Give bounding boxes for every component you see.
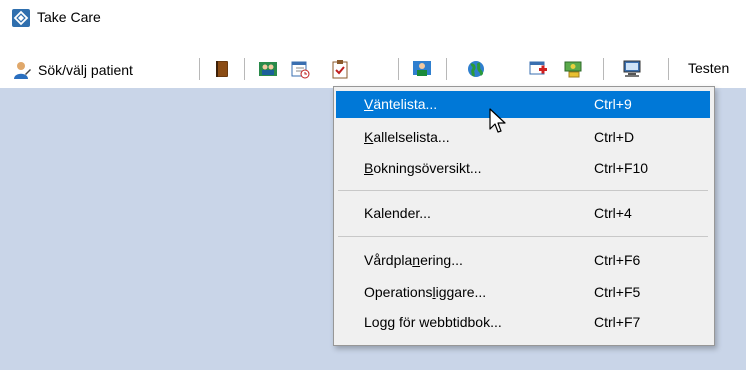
computer-icon[interactable] <box>622 59 642 79</box>
menu-item-label: Bokningsöversikt... <box>364 160 482 176</box>
menu-item-label: Operationsliggare... <box>364 284 487 300</box>
menu-item-label: Kallelselista... <box>364 129 450 145</box>
person-board-icon[interactable] <box>412 59 432 79</box>
menu-item-kallelselista[interactable]: Kallelselista... Ctrl+D <box>336 124 710 151</box>
menu-item-shortcut: Ctrl+D <box>594 129 635 145</box>
menu-item-shortcut: Ctrl+4 <box>594 205 632 221</box>
dropdown-menu: Väntelista... Ctrl+9 Kallelselista... Ct… <box>333 86 715 346</box>
money-icon[interactable] <box>564 59 584 79</box>
clipboard-check-icon[interactable] <box>330 59 350 79</box>
menu-item-shortcut: Ctrl+F7 <box>594 314 641 330</box>
menu-item-bokningsoversikt[interactable]: Bokningsöversikt... Ctrl+F10 <box>336 155 710 182</box>
menu-item-mnemonic: V <box>364 96 374 112</box>
toolbar-separator <box>446 58 447 80</box>
people-icon[interactable] <box>258 59 278 79</box>
menu-item-ventelista[interactable]: Väntelista... Ctrl+9 <box>336 91 710 118</box>
menu-item-vardplanering[interactable]: Vårdplanering... Ctrl+F6 <box>336 247 710 274</box>
menu-separator <box>338 236 708 237</box>
menu-item-mnemonic: B <box>364 160 374 176</box>
toolbar-separator <box>244 58 245 80</box>
title-bar: Take Care <box>0 0 746 34</box>
toolbar-testen-label[interactable]: Testen <box>688 60 729 76</box>
toolbar-separator <box>668 58 669 80</box>
menu-item-shortcut: Ctrl+9 <box>594 96 632 112</box>
person-icon <box>14 62 31 79</box>
medical-cross-icon[interactable] <box>528 59 548 79</box>
calendar-clock-icon[interactable] <box>290 59 310 79</box>
menu-item-shortcut: Ctrl+F10 <box>594 160 649 176</box>
menu-item-shortcut: Ctrl+F5 <box>594 284 641 300</box>
menu-item-mnemonic: l <box>432 284 436 300</box>
menu-item-logg-webbtidbok[interactable]: Logg för webbtidbok... Ctrl+F7 <box>336 309 710 336</box>
toolbar: Sök/välj patient Testen <box>0 34 746 88</box>
window-title: Take Care <box>37 9 101 25</box>
select-patient-label: Sök/välj patient <box>38 62 133 78</box>
menu-item-mnemonic: K <box>364 129 374 145</box>
journal-book-icon[interactable] <box>212 59 232 79</box>
menu-item-mnemonic: n <box>412 252 421 268</box>
select-patient-button[interactable]: Sök/välj patient <box>12 59 133 81</box>
menu-separator <box>338 190 708 191</box>
menu-item-label: Logg för webbtidbok... <box>364 314 502 330</box>
mouse-pointer-icon <box>489 108 506 133</box>
take-care-app-icon <box>12 9 30 27</box>
menu-item-label: Kalender... <box>364 205 431 221</box>
toolbar-separator <box>398 58 399 80</box>
menu-item-label: Väntelista... <box>364 96 438 112</box>
menu-item-label: Vårdplanering... <box>364 252 463 268</box>
menu-item-shortcut: Ctrl+F6 <box>594 252 641 268</box>
menu-item-operationsliggare[interactable]: Operationsliggare... Ctrl+F5 <box>336 279 710 306</box>
globe-icon[interactable] <box>466 59 486 79</box>
menu-item-kalender[interactable]: Kalender... Ctrl+4 <box>336 200 710 227</box>
toolbar-separator <box>199 58 200 80</box>
toolbar-separator <box>603 58 604 80</box>
